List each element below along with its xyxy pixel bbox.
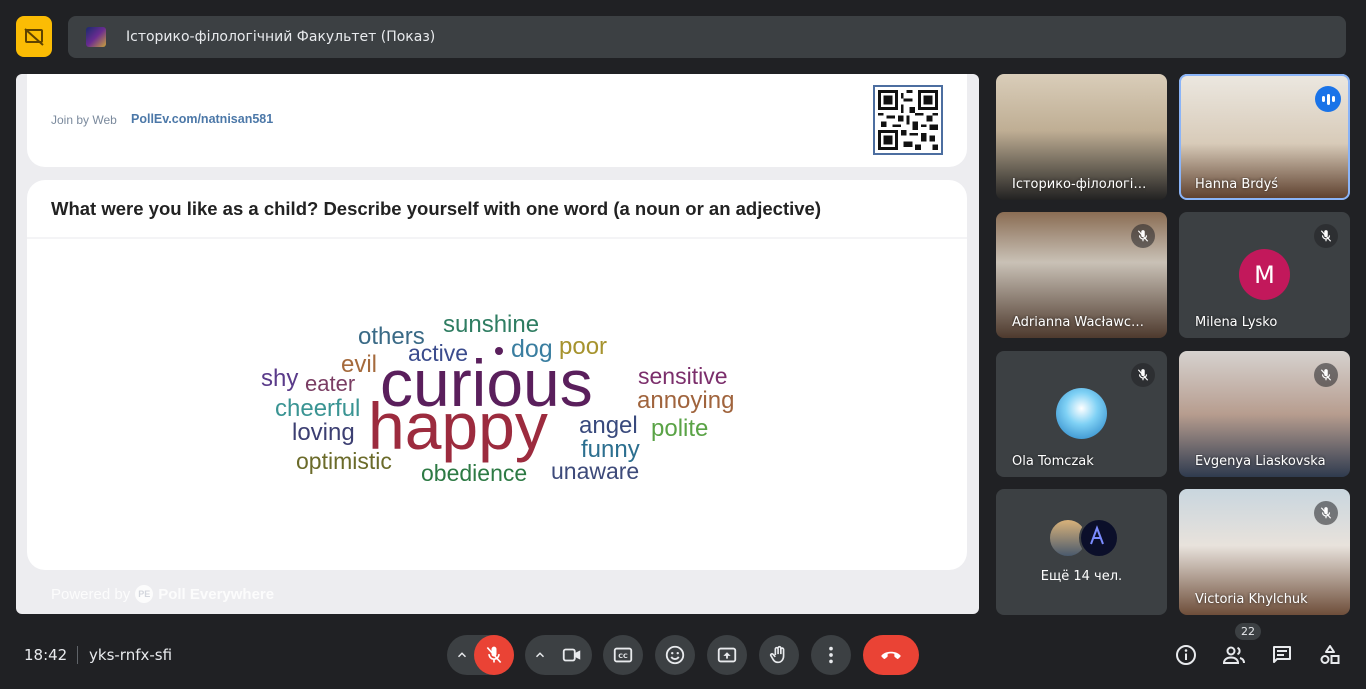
letter-a-icon [1090, 525, 1104, 545]
people-icon [1222, 646, 1245, 664]
participant-tile[interactable]: Victoria Khylchuk [1179, 489, 1350, 615]
participant-name: Hanna Brdyś [1195, 177, 1279, 192]
participant-name: Ola Tomczak [1012, 454, 1094, 469]
meeting-info-button[interactable] [1174, 643, 1198, 671]
word-optimistic: optimistic [296, 448, 392, 474]
powered-by: Powered by PE Poll Everywhere [51, 585, 274, 603]
info-icon [1176, 645, 1196, 665]
participant-name: Evgenya Liaskovska [1195, 454, 1326, 469]
activities-button[interactable] [1318, 643, 1342, 671]
presentation-title: Історико-філологічний Факультет (Показ) [126, 29, 436, 45]
mic-off-icon [1314, 363, 1338, 387]
word-unaware: unaware [551, 458, 639, 484]
chevron-up-icon[interactable] [533, 648, 547, 662]
participant-tile[interactable]: Evgenya Liaskovska [1179, 351, 1350, 477]
word-polite: polite [651, 415, 708, 442]
shared-slide: Join by Web PollEv.com/natnisan581 What … [16, 74, 979, 614]
participant-tile[interactable]: M Milena Lysko [1179, 212, 1350, 338]
svg-text:CC: CC [618, 652, 628, 660]
avatar: M [1239, 249, 1290, 300]
more-vert-icon [829, 646, 833, 664]
people-button[interactable] [1221, 643, 1247, 671]
present-button[interactable] [707, 635, 747, 675]
mic-off-button[interactable] [474, 635, 514, 675]
call-end-icon [881, 651, 901, 660]
participant-name: Adrianna Wacławc… [1012, 315, 1144, 330]
emoji-button[interactable] [655, 635, 695, 675]
end-call-button[interactable] [863, 635, 919, 675]
avatar [1056, 388, 1107, 439]
word-sensitive: sensitive [638, 363, 727, 389]
faculty-crest-icon [86, 27, 106, 47]
participant-tile[interactable]: Adrianna Wacławc… [996, 212, 1167, 338]
word-cheerful: cheerful [275, 395, 360, 422]
avatar [1079, 518, 1119, 558]
word-eater: eater [305, 371, 355, 396]
chat-icon [1273, 646, 1291, 663]
clock: 18:42 [24, 646, 68, 664]
mic-off-icon [486, 646, 502, 664]
present-to-all-icon [717, 647, 737, 663]
word-angel: angel [579, 412, 638, 439]
closed-captions-icon: CC [613, 647, 633, 663]
emoji-icon [665, 645, 685, 665]
mic-off-icon [1314, 224, 1338, 248]
chat-button[interactable] [1270, 643, 1294, 671]
word-annoying: annoying [637, 387, 734, 414]
people-count-badge: 22 [1235, 623, 1261, 640]
hand-icon [769, 645, 785, 664]
camera-button[interactable] [552, 635, 592, 675]
word-cloud: sunshine others active dog poor evil shy… [261, 311, 734, 486]
meeting-code: yks-rnfx-sfi [89, 646, 173, 664]
chevron-up-icon[interactable] [455, 648, 469, 662]
stop-present-icon [24, 27, 44, 46]
more-options-button[interactable] [811, 635, 851, 675]
word-happy: happy [368, 389, 548, 463]
participant-name: Milena Lysko [1195, 315, 1278, 330]
videocam-icon [562, 648, 581, 662]
participant-tile[interactable]: Hanna Brdyś [1179, 74, 1350, 200]
presentation-icon[interactable] [16, 16, 52, 57]
word-loving: loving [292, 419, 355, 446]
participant-tile[interactable]: Історико-філологі… [996, 74, 1167, 200]
word-shy: shy [261, 365, 298, 392]
poll-everywhere-logo-icon: PE [135, 585, 154, 603]
powered-by-label: Powered by [51, 585, 131, 603]
speaking-indicator-icon [1315, 86, 1341, 112]
word-sunshine: sunshine [443, 311, 539, 338]
activities-icon [1320, 645, 1340, 664]
presentation-bar: Історико-філологічний Факультет (Показ) [68, 16, 1346, 58]
participant-name: Історико-філологі… [1012, 177, 1147, 192]
powered-by-brand: Poll Everywhere [158, 585, 275, 603]
mic-off-icon [1131, 224, 1155, 248]
mic-off-icon [1131, 363, 1155, 387]
captions-button[interactable]: CC [603, 635, 643, 675]
mic-off-icon [1314, 501, 1338, 525]
participant-name: Victoria Khylchuk [1195, 592, 1308, 607]
more-participants-label: Ещё 14 чел. [1040, 569, 1123, 584]
word-obedience: obedience [421, 460, 527, 486]
more-participants-tile[interactable]: Ещё 14 чел. [996, 489, 1167, 615]
raise-hand-button[interactable] [759, 635, 799, 675]
divider [77, 646, 78, 664]
participant-tile[interactable]: Ola Tomczak [996, 351, 1167, 477]
